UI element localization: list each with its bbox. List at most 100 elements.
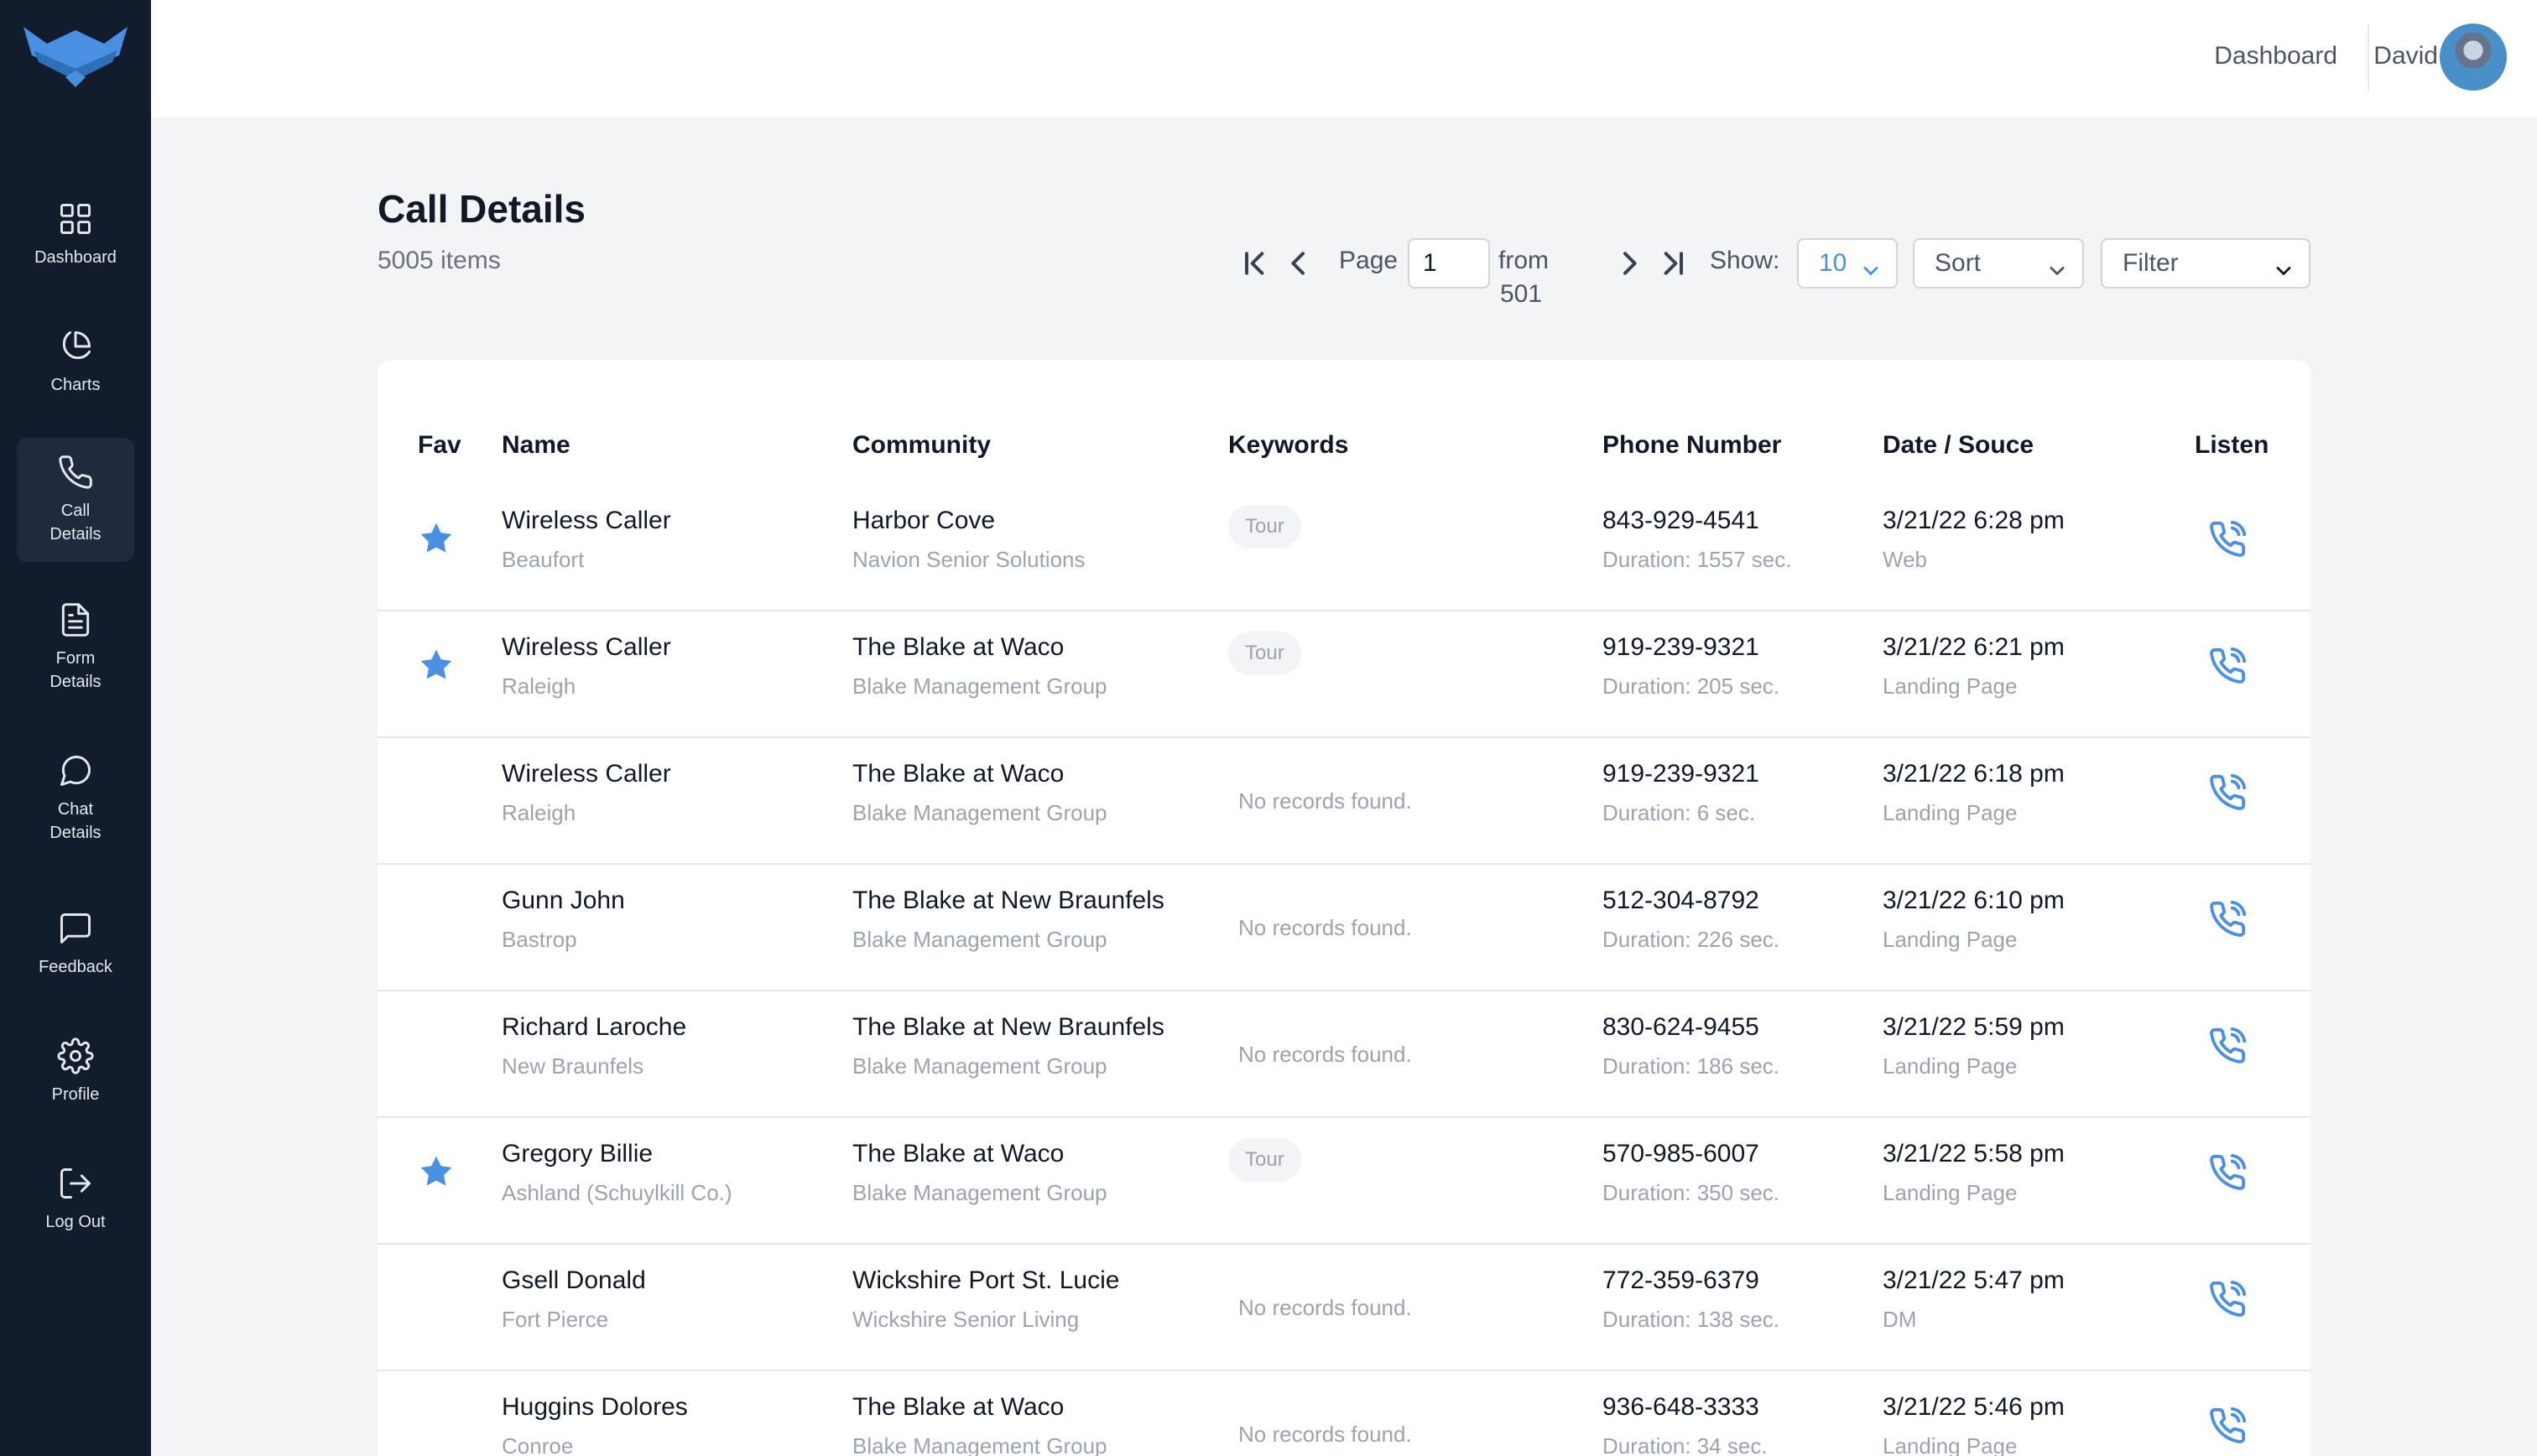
sidebar-item-label: Charts bbox=[50, 376, 101, 394]
call-duration: Duration: 205 sec. bbox=[1602, 673, 1780, 699]
community-name: The Blake at Waco bbox=[852, 1393, 1065, 1421]
caller-city: Bastrop bbox=[502, 927, 577, 952]
sidebar-item-call-details[interactable]: Call Details bbox=[17, 438, 134, 562]
management-company: Blake Management Group bbox=[852, 1053, 1107, 1079]
phone-icon bbox=[59, 455, 92, 489]
call-date: 3/21/22 6:21 pm bbox=[1883, 633, 2065, 661]
phone-number: 919-239-9321 bbox=[1602, 760, 1759, 788]
phone-number: 512-304-8792 bbox=[1602, 887, 1759, 914]
sidebar-item-chat-details[interactable]: Chat Details bbox=[17, 736, 134, 861]
sidebar-item-charts[interactable]: Charts bbox=[17, 300, 134, 424]
caller-city: Raleigh bbox=[502, 800, 576, 825]
sidebar: Dashboard Charts Call Details Form Detai… bbox=[0, 0, 151, 1456]
chevron-down-icon bbox=[1859, 252, 1883, 275]
community-name: The Blake at New Braunfels bbox=[852, 1013, 1164, 1041]
listen-phone-icon[interactable] bbox=[2208, 520, 2247, 559]
call-date: 3/21/22 6:10 pm bbox=[1883, 887, 2065, 914]
page-label: Page bbox=[1339, 247, 1399, 274]
favorite-star-icon[interactable] bbox=[418, 647, 455, 684]
favorite-star-icon[interactable] bbox=[418, 1153, 455, 1190]
table-row[interactable]: Wireless Caller Raleigh The Blake at Waco B… bbox=[378, 611, 2310, 738]
listen-phone-icon[interactable] bbox=[2208, 1407, 2247, 1445]
table-row[interactable]: Wireless Caller Beaufort Harbor Cove Navion… bbox=[378, 485, 2310, 611]
caller-name: Gunn John bbox=[502, 887, 625, 914]
logout-icon bbox=[60, 1168, 91, 1199]
last-page-icon[interactable] bbox=[1656, 247, 1690, 280]
column-header-date-source: Date / Souce bbox=[1883, 431, 2034, 459]
gear-icon bbox=[57, 1037, 94, 1074]
listen-phone-icon[interactable] bbox=[2208, 1153, 2247, 1192]
sidebar-item-label: Feedback bbox=[39, 958, 112, 976]
call-source: Landing Page bbox=[1883, 927, 2018, 952]
column-header-fav: Fav bbox=[418, 431, 461, 459]
community-name: The Blake at Waco bbox=[852, 760, 1065, 788]
management-company: Blake Management Group bbox=[852, 1180, 1107, 1205]
sort-select[interactable]: Sort bbox=[1913, 238, 2084, 289]
sidebar-item-profile[interactable]: Profile bbox=[17, 1010, 134, 1134]
listen-phone-icon[interactable] bbox=[2208, 900, 2247, 939]
sidebar-item-label: Call Details bbox=[49, 502, 102, 543]
call-duration: Duration: 350 sec. bbox=[1602, 1180, 1780, 1205]
page-size-select[interactable]: 10 bbox=[1797, 238, 1898, 289]
column-header-listen: Listen bbox=[2195, 431, 2269, 459]
sidebar-item-label: Chat Details bbox=[49, 800, 102, 842]
column-header-name: Name bbox=[502, 431, 570, 459]
phone-number: 919-239-9321 bbox=[1602, 633, 1759, 661]
table-row[interactable]: Huggins Dolores Conroe The Blake at Waco Bl… bbox=[378, 1371, 2310, 1456]
sidebar-item-log-out[interactable]: Log Out bbox=[17, 1137, 134, 1261]
table-row[interactable]: Gunn John Bastrop The Blake at New Braunfe… bbox=[378, 865, 2310, 991]
caller-name: Gregory Billie bbox=[502, 1140, 654, 1167]
listen-phone-icon[interactable] bbox=[2208, 1027, 2247, 1065]
user-name[interactable]: David bbox=[2373, 42, 2438, 70]
phone-number: 570-985-6007 bbox=[1602, 1140, 1759, 1167]
management-company: Blake Management Group bbox=[852, 673, 1107, 699]
call-duration: Duration: 34 sec. bbox=[1602, 1433, 1768, 1456]
chat-bubble-icon bbox=[60, 756, 91, 786]
table-row[interactable]: Richard Laroche New Braunfels The Blake at… bbox=[378, 991, 2310, 1118]
next-page-icon[interactable] bbox=[1612, 247, 1646, 280]
call-details-table: Fav Name Community Keywords Phone Number… bbox=[378, 361, 2310, 1456]
caller-city: New Braunfels bbox=[502, 1053, 644, 1079]
chevron-down-icon bbox=[2045, 252, 2069, 275]
sidebar-item-form-details[interactable]: Form Details bbox=[17, 585, 134, 710]
listen-phone-icon[interactable] bbox=[2208, 1280, 2247, 1318]
page-size-value: 10 bbox=[1819, 249, 1847, 277]
top-dashboard-link[interactable]: Dashboard bbox=[2214, 42, 2337, 70]
management-company: Navion Senior Solutions bbox=[852, 547, 1086, 572]
page-number-input[interactable] bbox=[1408, 238, 1490, 289]
call-date: 3/21/22 6:18 pm bbox=[1883, 760, 2065, 788]
favorite-star-icon[interactable] bbox=[418, 520, 455, 557]
sidebar-item-dashboard[interactable]: Dashboard bbox=[17, 173, 134, 297]
filter-label: Filter bbox=[2123, 249, 2179, 277]
call-date: 3/21/22 6:28 pm bbox=[1883, 507, 2065, 534]
keyword-tag: Tour bbox=[1228, 632, 1301, 675]
caller-city: Ashland (Schuylkill Co.) bbox=[502, 1180, 732, 1205]
keyword-tag: Tour bbox=[1228, 1138, 1301, 1182]
table-row[interactable]: Wireless Caller Raleigh The Blake at Waco B… bbox=[378, 738, 2310, 865]
caller-city: Fort Pierce bbox=[502, 1307, 609, 1332]
table-row[interactable]: Gregory Billie Ashland (Schuylkill Co.) Th… bbox=[378, 1118, 2310, 1245]
call-source: Web bbox=[1883, 547, 1927, 572]
previous-page-icon[interactable] bbox=[1282, 247, 1315, 280]
table-row[interactable]: Gsell Donald Fort Pierce Wickshire Port St… bbox=[378, 1245, 2310, 1371]
call-duration: Duration: 226 sec. bbox=[1602, 927, 1780, 952]
first-page-icon[interactable] bbox=[1238, 247, 1272, 280]
community-name: The Blake at Waco bbox=[852, 1140, 1065, 1167]
no-records-text: No records found. bbox=[1238, 1295, 1412, 1320]
message-square-icon bbox=[60, 913, 91, 944]
app-logo[interactable] bbox=[22, 22, 129, 92]
call-date: 3/21/22 5:47 pm bbox=[1883, 1266, 2065, 1294]
avatar[interactable] bbox=[2440, 23, 2507, 91]
from-label: from bbox=[1498, 247, 1549, 274]
listen-phone-icon[interactable] bbox=[2208, 647, 2247, 685]
listen-phone-icon[interactable] bbox=[2208, 773, 2247, 812]
caller-name: Richard Laroche bbox=[502, 1013, 687, 1041]
no-records-text: No records found. bbox=[1238, 1422, 1412, 1447]
sidebar-item-label: Dashboard bbox=[34, 248, 117, 267]
grid-icon bbox=[60, 204, 91, 234]
filter-select[interactable]: Filter bbox=[2101, 238, 2310, 289]
sidebar-item-feedback[interactable]: Feedback bbox=[17, 882, 134, 1006]
phone-number: 843-929-4541 bbox=[1602, 507, 1759, 534]
show-label: Show: bbox=[1710, 247, 1780, 274]
call-source: Landing Page bbox=[1883, 800, 2018, 825]
